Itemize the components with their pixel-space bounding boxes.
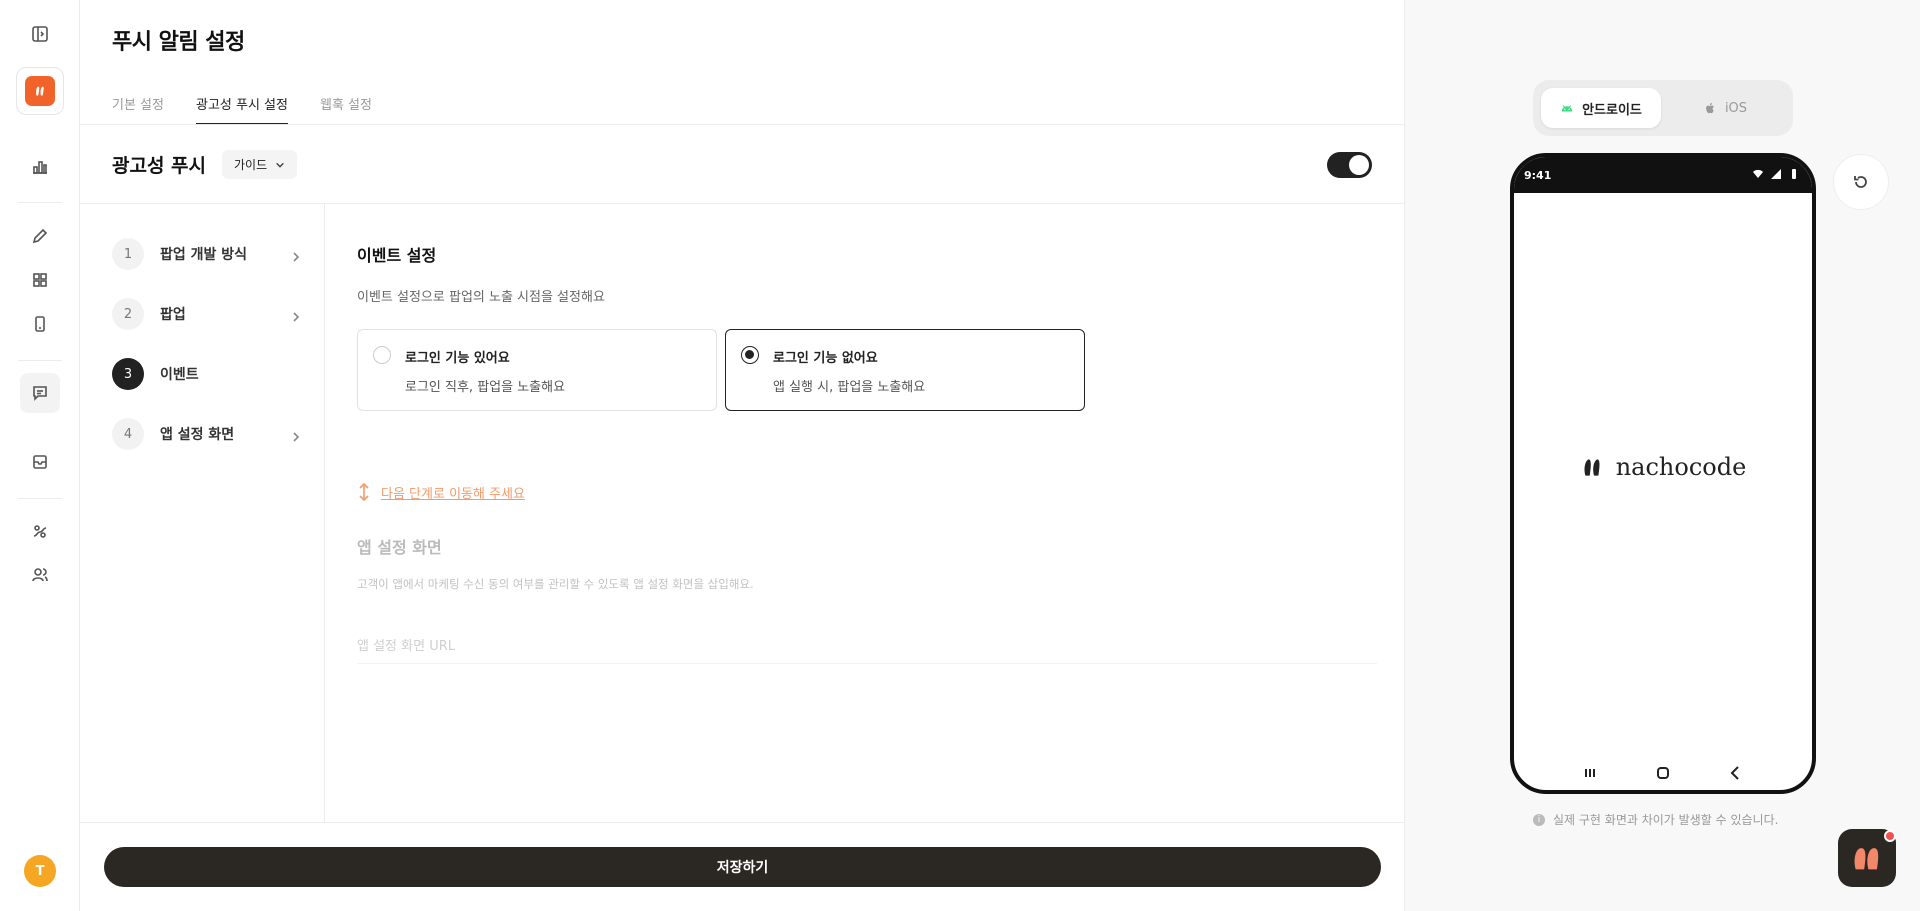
step-number: 3 bbox=[112, 358, 144, 390]
phone-mockup: 9:41 nachocode bbox=[1510, 153, 1816, 794]
settings-tabs: 기본 설정 광고성 푸시 설정 웹훅 설정 bbox=[112, 80, 404, 125]
nachocode-logo-icon bbox=[1584, 459, 1600, 476]
section-title: 광고성 푸시 bbox=[112, 155, 207, 177]
status-time: 9:41 bbox=[1524, 169, 1552, 182]
radio-button-selected[interactable] bbox=[741, 346, 759, 364]
android-icon bbox=[1561, 105, 1573, 112]
option-subtitle: 로그인 직후, 팝업을 노출해요 bbox=[405, 380, 566, 395]
edit-icon[interactable] bbox=[20, 216, 60, 256]
page-title: 푸시 알림 설정 bbox=[112, 30, 245, 55]
option-subtitle: 앱 실행 시, 팝업을 노출해요 bbox=[773, 380, 926, 395]
os-option-android[interactable]: 안드로이드 bbox=[1541, 88, 1661, 128]
footer-divider bbox=[80, 822, 1405, 823]
event-settings-title: 이벤트 설정 bbox=[357, 246, 437, 265]
app-settings-title: 앱 설정 화면 bbox=[357, 538, 442, 557]
step-item-1[interactable]: 1 팝업 개발 방식 bbox=[112, 238, 302, 270]
step-list: 1 팝업 개발 방식 2 팝업 3 이벤트 4 앱 설정 화면 bbox=[80, 204, 325, 822]
chevron-right-icon bbox=[290, 308, 302, 322]
step-label: 이벤트 bbox=[160, 367, 199, 383]
inbox-icon[interactable] bbox=[20, 442, 60, 482]
os-label: iOS bbox=[1724, 100, 1748, 116]
app-settings-description: 고객이 앱에서 마케팅 수신 동의 여부를 관리할 수 있도록 앱 설정 화면을… bbox=[357, 577, 754, 591]
rail-divider bbox=[18, 202, 62, 203]
step-label: 팝업 개발 방식 bbox=[160, 247, 248, 263]
refresh-preview-button[interactable] bbox=[1833, 154, 1889, 210]
status-icons bbox=[1752, 168, 1800, 180]
chevron-down-icon bbox=[276, 162, 284, 168]
chevron-right-icon bbox=[290, 248, 302, 262]
arrow-up-down-icon bbox=[359, 482, 369, 502]
step-number: 2 bbox=[112, 298, 144, 330]
step-label: 앱 설정 화면 bbox=[160, 427, 235, 443]
app-logo[interactable] bbox=[16, 67, 64, 115]
step-item-2[interactable]: 2 팝업 bbox=[112, 298, 302, 330]
app-settings-url-input[interactable] bbox=[357, 624, 1377, 664]
splash-brand: nachocode bbox=[1514, 453, 1812, 481]
step-item-3[interactable]: 3 이벤트 bbox=[112, 358, 302, 390]
preview-panel: 안드로이드 iOS 9:41 nachocode i 실제 구현 화면과 차이가… bbox=[1405, 0, 1920, 911]
user-avatar[interactable]: T bbox=[24, 855, 56, 887]
mobile-icon[interactable] bbox=[20, 304, 60, 344]
os-label: 안드로이드 bbox=[1582, 102, 1642, 118]
tabs-divider bbox=[80, 124, 1405, 125]
info-icon: i bbox=[1533, 813, 1545, 826]
brand-name: nachocode bbox=[1615, 453, 1747, 481]
tab-basic-settings[interactable]: 기본 설정 bbox=[112, 80, 164, 125]
step-item-4[interactable]: 4 앱 설정 화면 bbox=[112, 418, 302, 450]
back-icon[interactable] bbox=[1727, 764, 1745, 782]
option-no-login[interactable]: 로그인 기능 없어요 앱 실행 시, 팝업을 노출해요 bbox=[725, 329, 1085, 411]
notification-dot bbox=[1884, 830, 1896, 842]
notice-text: 실제 구현 화면과 차이가 발생할 수 있습니다. bbox=[1553, 813, 1779, 827]
android-nav-bar bbox=[1514, 764, 1812, 782]
chevron-right-icon bbox=[290, 428, 302, 442]
phone-status-bar: 9:41 bbox=[1514, 157, 1812, 193]
tab-webhook-settings[interactable]: 웹훅 설정 bbox=[320, 80, 372, 125]
step-number: 4 bbox=[112, 418, 144, 450]
push-message-icon[interactable] bbox=[20, 373, 60, 413]
option-title: 로그인 기능 없어요 bbox=[773, 351, 878, 366]
rail-divider bbox=[18, 360, 62, 361]
toggle-knob bbox=[1349, 155, 1369, 175]
os-switch: 안드로이드 iOS bbox=[1533, 80, 1793, 136]
preview-notice: i 실제 구현 화면과 차이가 발생할 수 있습니다. bbox=[1533, 811, 1778, 828]
next-step-label: 다음 단계로 이동해 주세요 bbox=[381, 486, 525, 502]
users-icon[interactable] bbox=[20, 555, 60, 595]
tab-ad-push-settings[interactable]: 광고성 푸시 설정 bbox=[195, 80, 288, 125]
recent-apps-icon[interactable] bbox=[1581, 764, 1599, 782]
battery-icon bbox=[1792, 169, 1796, 179]
refresh-icon bbox=[1854, 176, 1867, 188]
step-label: 팝업 bbox=[160, 307, 186, 323]
apple-icon bbox=[1706, 102, 1714, 114]
collapse-sidebar-icon[interactable] bbox=[20, 14, 60, 54]
apps-grid-icon[interactable] bbox=[20, 260, 60, 300]
signal-icon bbox=[1771, 169, 1781, 179]
save-button[interactable]: 저장하기 bbox=[104, 847, 1381, 887]
nachocode-chat-icon bbox=[1854, 848, 1879, 870]
analytics-icon[interactable] bbox=[20, 147, 60, 187]
main-panel: 푸시 알림 설정 기본 설정 광고성 푸시 설정 웹훅 설정 광고성 푸시 가이… bbox=[80, 0, 1405, 911]
chat-support-button[interactable] bbox=[1838, 829, 1896, 887]
nachocode-logo-icon bbox=[25, 76, 55, 106]
radio-button[interactable] bbox=[373, 346, 391, 364]
option-title: 로그인 기능 있어요 bbox=[405, 351, 510, 366]
rail-divider bbox=[18, 498, 62, 499]
option-login-exists[interactable]: 로그인 기능 있어요 로그인 직후, 팝업을 노출해요 bbox=[357, 329, 717, 411]
left-rail: T bbox=[0, 0, 80, 911]
os-option-ios[interactable]: iOS bbox=[1665, 88, 1785, 128]
section-header: 광고성 푸시 가이드 bbox=[112, 150, 298, 179]
event-settings-description: 이벤트 설정으로 팝업의 노출 시점을 설정해요 bbox=[357, 290, 605, 305]
ad-push-toggle[interactable] bbox=[1327, 152, 1372, 178]
guide-label: 가이드 bbox=[234, 158, 268, 172]
plugin-icon[interactable] bbox=[20, 511, 60, 551]
step-number: 1 bbox=[112, 238, 144, 270]
home-icon[interactable] bbox=[1654, 764, 1672, 782]
guide-dropdown[interactable]: 가이드 bbox=[222, 150, 298, 179]
next-step-link[interactable]: 다음 단계로 이동해 주세요 bbox=[357, 482, 525, 502]
wifi-icon bbox=[1753, 169, 1763, 178]
